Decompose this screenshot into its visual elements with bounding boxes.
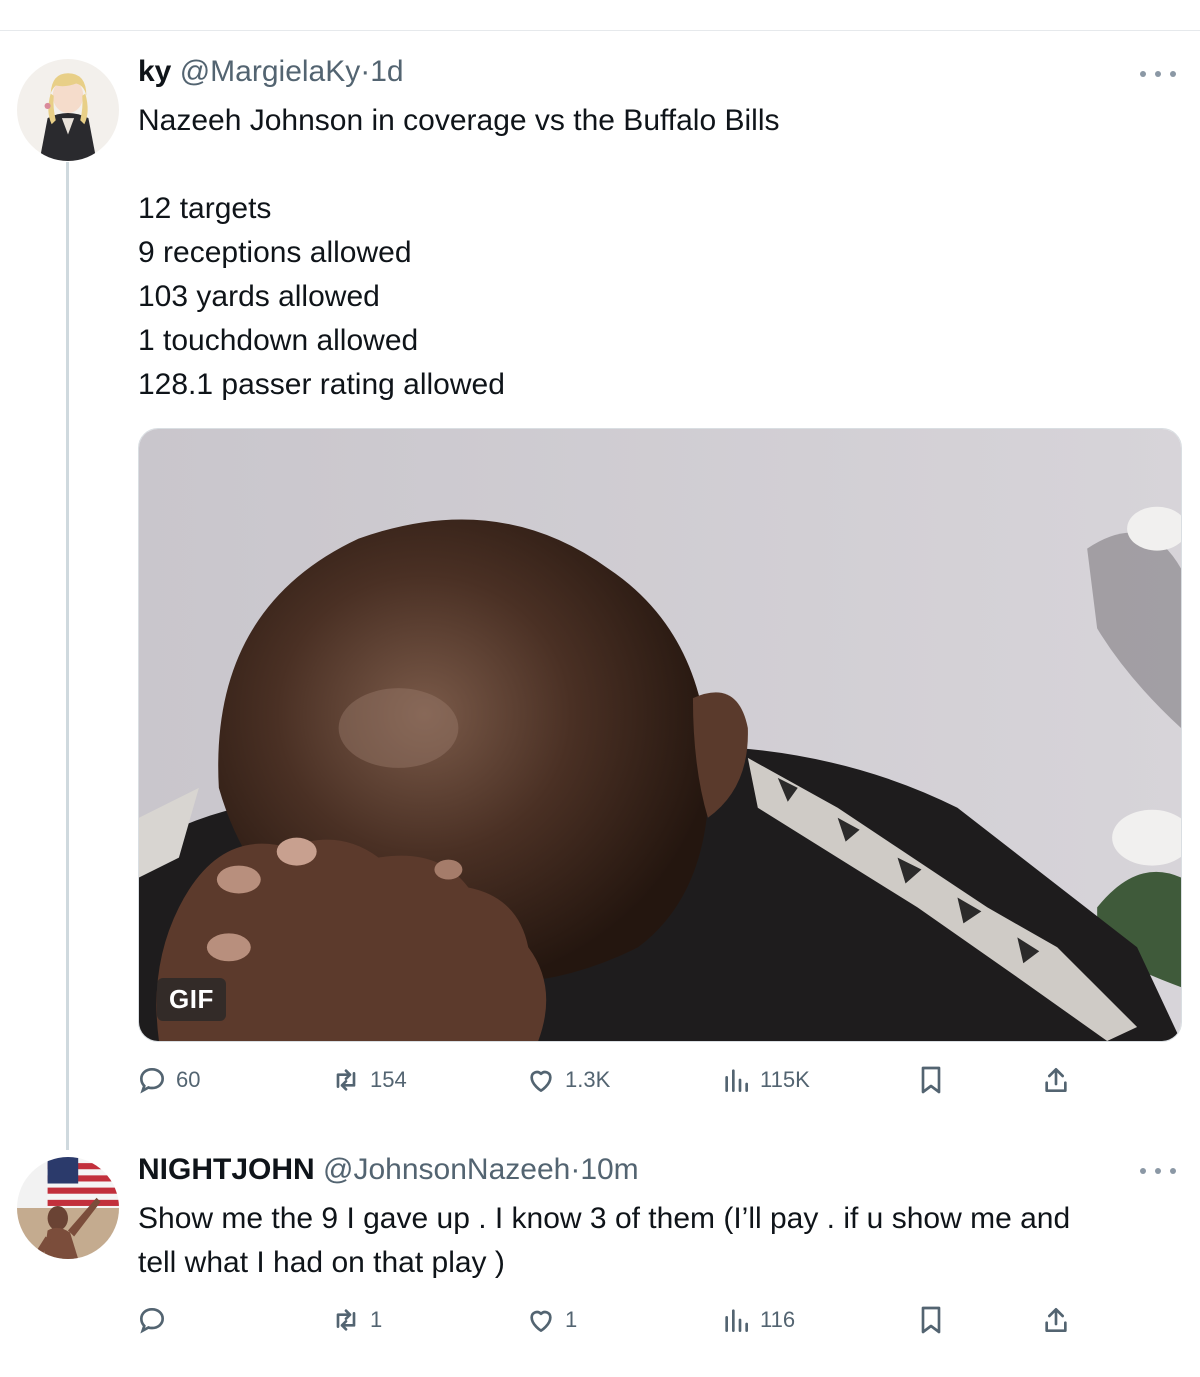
views-count: 116: [760, 1307, 796, 1332]
repost-count: 154: [370, 1067, 407, 1092]
views-button[interactable]: 116: [720, 1300, 795, 1340]
like-button[interactable]: 1.3K: [525, 1060, 610, 1100]
author-name[interactable]: ky: [138, 55, 171, 88]
views-icon: [720, 1304, 752, 1336]
repost-button[interactable]: 1: [330, 1300, 382, 1340]
views-icon: [720, 1064, 752, 1096]
post-time[interactable]: 1d: [370, 55, 403, 88]
avatar-nightjohn[interactable]: [17, 1157, 119, 1259]
bookmark-icon: [915, 1064, 947, 1096]
tweet-header: NIGHTJOHN @JohnsonNazeeh·10m: [138, 1152, 639, 1188]
repost-icon: [330, 1304, 362, 1336]
reply-button[interactable]: [136, 1300, 176, 1340]
tweet-body: Show me the 9 I gave up . I know 3 of th…: [138, 1197, 1070, 1285]
tweet-text-line: 128.1 passer rating allowed: [138, 368, 505, 401]
more-icon[interactable]: [1140, 1166, 1176, 1176]
tweet-body: Nazeeh Johnson in coverage vs the Buffal…: [138, 99, 780, 407]
views-count: 115K: [760, 1067, 810, 1092]
status-bar-remnant: [0, 0, 1200, 31]
avatar-ky[interactable]: [17, 59, 119, 161]
bookmark-icon: [915, 1304, 947, 1336]
tweet-text-line: tell what I had on that play ): [138, 1246, 505, 1279]
gif-frame-image: [139, 429, 1181, 1041]
tweet-text-line: Nazeeh Johnson in coverage vs the Buffal…: [138, 104, 780, 137]
avatar-image: [17, 1157, 119, 1259]
share-button[interactable]: [1040, 1300, 1072, 1340]
share-button[interactable]: [1040, 1060, 1072, 1100]
bookmark-button[interactable]: [915, 1060, 947, 1100]
avatar-image: [17, 59, 119, 161]
tweet-text-line: 9 receptions allowed: [138, 236, 412, 269]
tweet-text-line: 12 targets: [138, 192, 272, 225]
like-count: 1.3K: [565, 1067, 611, 1092]
more-icon[interactable]: [1140, 69, 1176, 79]
tweet-text-line: 1 touchdown allowed: [138, 324, 419, 357]
status-bar-clipped-time: [0, 0, 60, 4]
tweet-action-bar: 1 1 116: [0, 1300, 1200, 1340]
reply-button[interactable]: 60: [136, 1060, 200, 1100]
reply-icon: [136, 1304, 168, 1336]
tweet-action-bar: 60 154 1.3K 115K: [0, 1060, 1200, 1100]
tweet-text-line: Show me the 9 I gave up . I know 3 of th…: [138, 1202, 1071, 1235]
like-icon: [525, 1304, 557, 1336]
share-icon: [1040, 1064, 1072, 1096]
tweet-gif-media[interactable]: GIF: [138, 428, 1182, 1042]
bookmark-button[interactable]: [915, 1300, 947, 1340]
reply-count: 60: [176, 1067, 201, 1092]
repost-count: 1: [370, 1307, 383, 1332]
repost-button[interactable]: 154: [330, 1060, 407, 1100]
author-handle[interactable]: @MargielaKy: [180, 55, 361, 88]
thread-connector-line: [66, 162, 69, 1150]
header-separator: ·: [570, 1153, 581, 1186]
repost-icon: [330, 1064, 362, 1096]
author-name[interactable]: NIGHTJOHN: [138, 1153, 315, 1186]
tweet-text-line: 103 yards allowed: [138, 280, 380, 313]
tweet-header: ky @MargielaKy·1d: [138, 54, 404, 90]
like-button[interactable]: 1: [525, 1300, 577, 1340]
reply-icon: [136, 1064, 168, 1096]
views-button[interactable]: 115K: [720, 1060, 810, 1100]
gif-badge: GIF: [157, 978, 226, 1021]
post-time[interactable]: 10m: [580, 1153, 638, 1186]
like-icon: [525, 1064, 557, 1096]
share-icon: [1040, 1304, 1072, 1336]
like-count: 1: [565, 1307, 578, 1332]
author-handle[interactable]: @JohnsonNazeeh: [323, 1153, 570, 1186]
header-separator: ·: [360, 55, 371, 88]
